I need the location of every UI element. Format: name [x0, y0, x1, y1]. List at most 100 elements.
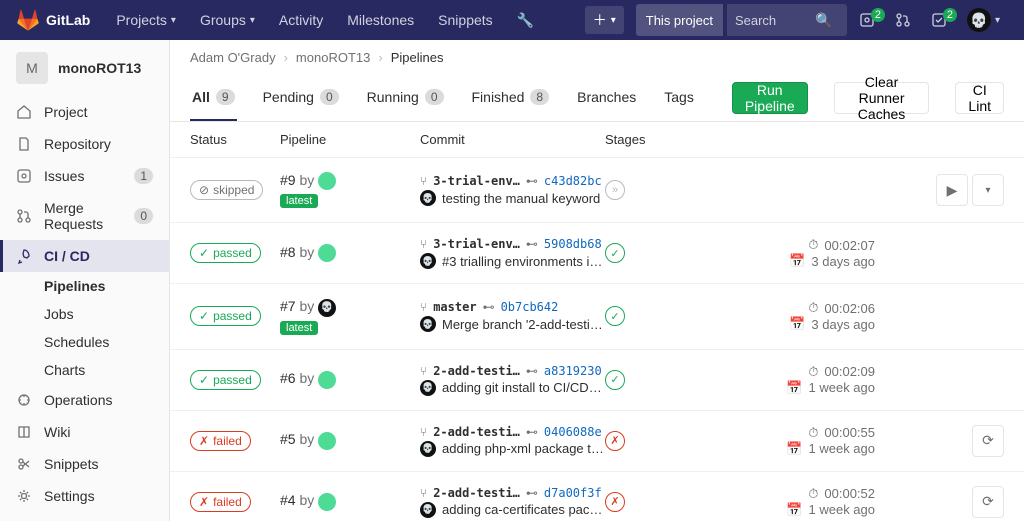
tab-label: Tags — [664, 89, 694, 105]
pipeline-id[interactable]: #5 by — [280, 431, 420, 449]
sidebar-item-snippets[interactable]: Snippets — [0, 448, 169, 480]
calendar-icon: 📅 — [786, 380, 802, 396]
dropdown-button[interactable]: ▾ — [972, 174, 1004, 206]
todos-shortcut[interactable]: 2 — [923, 12, 955, 28]
pipeline-id[interactable]: #7 by 💀 — [280, 298, 420, 316]
sidebar-sub-schedules[interactable]: Schedules — [0, 328, 169, 356]
search-input[interactable] — [735, 13, 815, 28]
nav-milestones[interactable]: Milestones — [337, 0, 424, 40]
book-icon — [16, 424, 32, 440]
user-menu[interactable]: 💀 ▾ — [959, 8, 1008, 32]
breadcrumb-sep: › — [284, 50, 288, 65]
sidebar-project-header[interactable]: M monoROT13 — [0, 40, 169, 96]
sidebar-sub-pipelines[interactable]: Pipelines — [0, 272, 169, 300]
branch-name[interactable]: master — [433, 300, 476, 314]
commit-message[interactable]: 💀adding ca-certificates pac… — [420, 502, 605, 518]
status-badge-passed[interactable]: ✓passed — [190, 306, 261, 326]
sidebar-item-settings[interactable]: Settings — [0, 480, 169, 512]
sidebar-item-merge-requests[interactable]: Merge Requests0 — [0, 192, 169, 240]
status-badge-passed[interactable]: ✓passed — [190, 370, 261, 390]
commit-sha[interactable]: 5908db68 — [544, 237, 602, 251]
commit-author-avatar: 💀 — [420, 190, 436, 206]
tab-all[interactable]: All9 — [190, 75, 237, 121]
stage-status-icon[interactable]: ✓ — [605, 306, 625, 326]
commit-author-avatar: 💀 — [420, 502, 436, 518]
commit-sha[interactable]: d7a00f3f — [544, 486, 602, 500]
nav-snippets[interactable]: Snippets — [428, 0, 502, 40]
sidebar-item-wiki[interactable]: Wiki — [0, 416, 169, 448]
stage-status-icon[interactable]: ✓ — [605, 243, 625, 263]
nav-groups[interactable]: Groups▾ — [190, 0, 265, 40]
sidebar-item-label: Merge Requests — [44, 200, 122, 232]
branch-name[interactable]: 2-add-testi… — [433, 364, 520, 378]
tab-pending[interactable]: Pending0 — [261, 75, 341, 121]
commit-message[interactable]: 💀adding php-xml package t… — [420, 441, 605, 457]
status-text: passed — [213, 309, 252, 323]
retry-button[interactable]: ⟳ — [972, 486, 1004, 518]
commit-sha[interactable]: 0b7cb642 — [501, 300, 559, 314]
ci-lint-button[interactable]: CI Lint — [955, 82, 1004, 114]
play-button[interactable]: ▶ — [936, 174, 968, 206]
commit-icon: ⊷ — [526, 364, 538, 378]
tab-count: 8 — [530, 89, 549, 105]
stage-status-icon[interactable]: » — [605, 180, 625, 200]
issues-shortcut[interactable]: 2 — [851, 12, 883, 28]
pipeline-row: ✓passed#6 by ⑂2-add-testi…⊷a8319230💀addi… — [170, 350, 1024, 411]
commit-message[interactable]: 💀#3 trialling environments i… — [420, 253, 605, 269]
sidebar-item-repository[interactable]: Repository — [0, 128, 169, 160]
commit-sha[interactable]: c43d82bc — [544, 174, 602, 188]
nav-projects[interactable]: Projects▾ — [106, 0, 186, 40]
breadcrumb-owner[interactable]: Adam O'Grady — [190, 50, 276, 65]
tab-branches[interactable]: Branches — [575, 75, 638, 121]
commit-sha[interactable]: a8319230 — [544, 364, 602, 378]
commit-message[interactable]: 💀testing the manual keyword — [420, 190, 605, 206]
tab-label: Running — [367, 89, 419, 105]
retry-button[interactable]: ⟳ — [972, 425, 1004, 457]
pipeline-id[interactable]: #8 by — [280, 244, 420, 262]
status-badge-passed[interactable]: ✓passed — [190, 243, 261, 263]
sidebar-sub-jobs[interactable]: Jobs — [0, 300, 169, 328]
gitlab-logo[interactable]: GitLab — [16, 8, 90, 32]
status-badge-failed[interactable]: ✗failed — [190, 431, 251, 451]
stage-status-icon[interactable]: ✓ — [605, 370, 625, 390]
status-text: failed — [213, 434, 242, 448]
latest-badge: latest — [280, 321, 318, 335]
stage-status-icon[interactable]: ✗ — [605, 431, 625, 451]
pipeline-id[interactable]: #4 by — [280, 492, 420, 510]
branch-name[interactable]: 2-add-testi… — [433, 425, 520, 439]
navbar-search[interactable]: 🔍 — [727, 4, 847, 36]
sidebar-item-project[interactable]: Project — [0, 96, 169, 128]
status-badge-failed[interactable]: ✗failed — [190, 492, 251, 512]
status-badge-skipped[interactable]: ⊘skipped — [190, 180, 263, 200]
tab-tags[interactable]: Tags — [662, 75, 696, 121]
run-pipeline-button[interactable]: Run Pipeline — [732, 82, 808, 114]
search-context[interactable]: This project — [636, 4, 723, 36]
tab-finished[interactable]: Finished 8 — [470, 75, 552, 121]
sidebar-sub-charts[interactable]: Charts — [0, 356, 169, 384]
tab-label: Finished — [472, 89, 525, 105]
new-dropdown[interactable]: ＋▾ — [585, 6, 624, 34]
author-avatar: 💀 — [318, 299, 336, 317]
sidebar-item-operations[interactable]: Operations — [0, 384, 169, 416]
sidebar-item-label: Settings — [44, 488, 95, 504]
commit-message[interactable]: 💀Merge branch '2-add-testi… — [420, 316, 605, 332]
commit-sha[interactable]: 0406088e — [544, 425, 602, 439]
commit-message[interactable]: 💀adding git install to CI/CD … — [420, 380, 605, 396]
admin-wrench-icon[interactable]: 🔧 — [507, 0, 544, 40]
branch-name[interactable]: 3-trial-env… — [433, 237, 520, 251]
sidebar-item-ci-cd[interactable]: CI / CD — [0, 240, 169, 272]
sidebar-item-issues[interactable]: Issues1 — [0, 160, 169, 192]
pipeline-id[interactable]: #6 by — [280, 370, 420, 388]
commit-icon: ⊷ — [526, 174, 538, 188]
branch-name[interactable]: 2-add-testi… — [433, 486, 520, 500]
tab-running[interactable]: Running0 — [365, 75, 446, 121]
duration: ⏱00:02:07 — [755, 237, 875, 253]
pipeline-id[interactable]: #9 by — [280, 172, 420, 190]
breadcrumb-project[interactable]: monoROT13 — [296, 50, 370, 65]
pipeline-row: ✓passed#7 by 💀latest⑂master⊷0b7cb642💀Mer… — [170, 284, 1024, 349]
stage-status-icon[interactable]: ✗ — [605, 492, 625, 512]
nav-activity[interactable]: Activity — [269, 0, 333, 40]
branch-name[interactable]: 3-trial-env… — [433, 174, 520, 188]
merge-requests-shortcut[interactable] — [887, 12, 919, 28]
clear-caches-button[interactable]: Clear Runner Caches — [834, 82, 930, 114]
